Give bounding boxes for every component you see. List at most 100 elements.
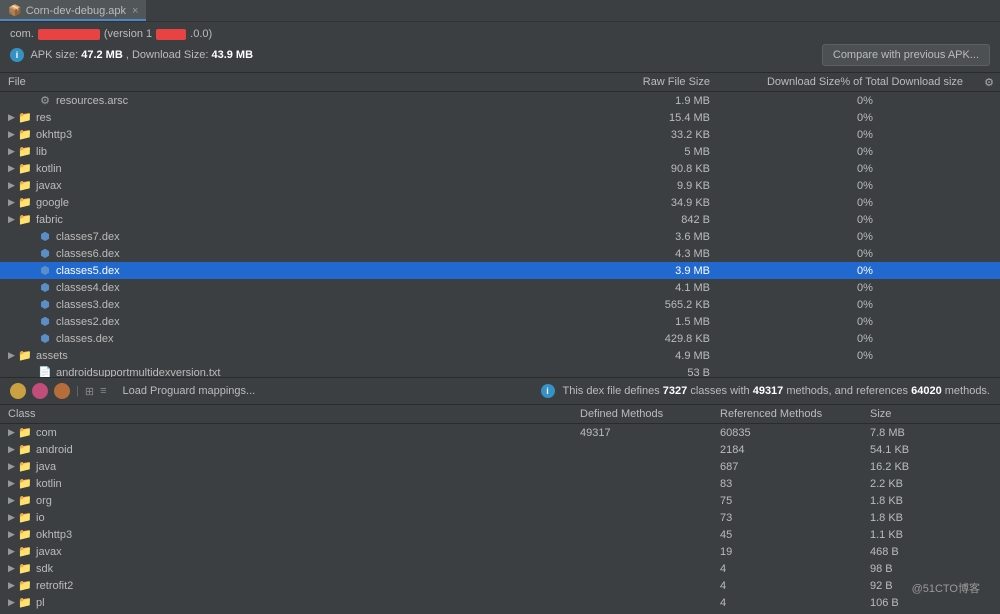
file-size: 429.8 KB — [570, 333, 730, 345]
version-prefix: (version 1 — [104, 28, 152, 40]
file-size: 15.4 MB — [570, 112, 730, 124]
file-pct: 0% — [730, 299, 1000, 311]
close-icon[interactable]: × — [130, 5, 138, 17]
file-size: 565.2 KB — [570, 299, 730, 311]
file-name: okhttp3 — [32, 129, 570, 141]
class-row[interactable]: ▶📁io731.8 KB — [0, 509, 1000, 526]
dex-icon: ⬢ — [38, 298, 52, 311]
expand-arrow[interactable]: ▶ — [8, 478, 18, 489]
class-tree[interactable]: ▶📁com49317608357.8 MB▶📁android218454.1 K… — [0, 424, 1000, 611]
file-pct: 0% — [730, 248, 1000, 260]
file-size: 3.6 MB — [570, 231, 730, 243]
dex-icon: ⬢ — [38, 247, 52, 260]
class-size: 1.8 KB — [870, 495, 1000, 507]
expand-arrow[interactable]: ▶ — [8, 461, 18, 472]
file-row[interactable]: ▶📁res15.4 MB0% — [0, 109, 1000, 126]
col-size-header[interactable]: Raw File Size — [570, 76, 730, 88]
class-row[interactable]: ▶📁kotlin832.2 KB — [0, 475, 1000, 492]
expand-arrow[interactable]: ▶ — [8, 512, 18, 523]
class-row[interactable]: ▶📁sdk498 B — [0, 560, 1000, 577]
toolbar-separator: | — [76, 385, 79, 397]
expand-arrow[interactable]: ▶ — [8, 546, 18, 557]
expand-arrow[interactable]: ▶ — [8, 597, 18, 608]
file-name: classes7.dex — [52, 231, 570, 243]
apk-size: 47.2 MB — [81, 49, 123, 61]
file-name: classes5.dex — [52, 265, 570, 277]
col-class-header[interactable]: Class — [0, 408, 580, 420]
filter-methods-icon[interactable] — [32, 383, 48, 399]
class-row[interactable]: ▶📁retrofit2492 B — [0, 577, 1000, 594]
file-name: google — [32, 197, 570, 209]
expand-arrow[interactable]: ▶ — [8, 214, 18, 225]
file-row[interactable]: ⬢classes4.dex4.1 MB0% — [0, 279, 1000, 296]
expand-arrow[interactable]: ▶ — [8, 529, 18, 540]
file-row[interactable]: ⬢classes.dex429.8 KB0% — [0, 330, 1000, 347]
class-row[interactable]: ▶📁okhttp3451.1 KB — [0, 526, 1000, 543]
package-icon: 📁 — [18, 494, 32, 507]
file-row[interactable]: ⬢classes5.dex3.9 MB0% — [0, 262, 1000, 279]
expand-arrow[interactable]: ▶ — [8, 112, 18, 123]
expand-arrow[interactable]: ▶ — [8, 495, 18, 506]
col-defined-header[interactable]: Defined Methods — [580, 408, 720, 420]
file-tab[interactable]: 📦 Corn-dev-debug.apk × — [0, 0, 146, 21]
expand-arrow[interactable]: ▶ — [8, 180, 18, 191]
class-name: retrofit2 — [32, 580, 73, 592]
gear-icon[interactable]: ⚙ — [984, 76, 994, 89]
file-row[interactable]: ⬢classes7.dex3.6 MB0% — [0, 228, 1000, 245]
referenced-methods: 83 — [720, 478, 870, 490]
file-pct: 0% — [730, 231, 1000, 243]
file-name: classes3.dex — [52, 299, 570, 311]
class-row[interactable]: ▶📁pl4106 B — [0, 594, 1000, 611]
folder-icon: 📁 — [18, 196, 32, 209]
expand-arrow[interactable]: ▶ — [8, 563, 18, 574]
class-row[interactable]: ▶📁com49317608357.8 MB — [0, 424, 1000, 441]
col-size-header[interactable]: Size — [870, 408, 1000, 420]
expand-arrow[interactable]: ▶ — [8, 444, 18, 455]
file-row[interactable]: 📄androidsupportmultidexversion.txt53 B — [0, 364, 1000, 377]
filter-classes-icon[interactable] — [54, 383, 70, 399]
file-row[interactable]: ⚙resources.arsc1.9 MB0% — [0, 92, 1000, 109]
file-row[interactable]: ▶📁lib5 MB0% — [0, 143, 1000, 160]
expand-arrow[interactable]: ▶ — [8, 163, 18, 174]
file-row[interactable]: ⬢classes3.dex565.2 KB0% — [0, 296, 1000, 313]
file-size: 34.9 KB — [570, 197, 730, 209]
file-row[interactable]: ▶📁fabric842 B0% — [0, 211, 1000, 228]
class-row[interactable]: ▶📁org751.8 KB — [0, 492, 1000, 509]
class-name: io — [32, 512, 45, 524]
class-row[interactable]: ▶📁javax19468 B — [0, 543, 1000, 560]
file-pct: 0% — [730, 163, 1000, 175]
filter-fields-icon[interactable] — [10, 383, 26, 399]
expand-arrow[interactable]: ▶ — [8, 427, 18, 438]
class-size: 468 B — [870, 546, 1000, 558]
file-pct: 0% — [730, 265, 1000, 277]
expand-arrow[interactable]: ▶ — [8, 350, 18, 361]
folder-icon: 📁 — [18, 213, 32, 226]
file-row[interactable]: ▶📁google34.9 KB0% — [0, 194, 1000, 211]
flat-icon[interactable]: ≡ — [100, 385, 106, 397]
file-row[interactable]: ▶📁assets4.9 MB0% — [0, 347, 1000, 364]
file-row[interactable]: ⬢classes6.dex4.3 MB0% — [0, 245, 1000, 262]
col-file-header[interactable]: File — [0, 76, 570, 88]
apk-icon: 📦 — [8, 4, 22, 17]
col-pct-header[interactable]: Download Size% of Total Download size — [730, 76, 1000, 88]
expand-arrow[interactable]: ▶ — [8, 197, 18, 208]
col-referenced-header[interactable]: Referenced Methods — [720, 408, 870, 420]
expand-arrow[interactable]: ▶ — [8, 146, 18, 157]
class-name: kotlin — [32, 478, 62, 490]
load-proguard-button[interactable]: Load Proguard mappings... — [123, 385, 256, 397]
package-icon: 📁 — [18, 477, 32, 490]
tree-icon[interactable]: ⊞ — [85, 385, 94, 398]
class-name: org — [32, 495, 52, 507]
file-name: classes.dex — [52, 333, 570, 345]
file-tree[interactable]: ⚙resources.arsc1.9 MB0%▶📁res15.4 MB0%▶📁o… — [0, 92, 1000, 377]
file-row[interactable]: ▶📁kotlin90.8 KB0% — [0, 160, 1000, 177]
class-row[interactable]: ▶📁java68716.2 KB — [0, 458, 1000, 475]
expand-arrow[interactable]: ▶ — [8, 580, 18, 591]
file-row[interactable]: ▶📁okhttp333.2 KB0% — [0, 126, 1000, 143]
expand-arrow[interactable]: ▶ — [8, 129, 18, 140]
file-name: lib — [32, 146, 570, 158]
file-row[interactable]: ⬢classes2.dex1.5 MB0% — [0, 313, 1000, 330]
class-row[interactable]: ▶📁android218454.1 KB — [0, 441, 1000, 458]
file-row[interactable]: ▶📁javax9.9 KB0% — [0, 177, 1000, 194]
compare-button[interactable]: Compare with previous APK... — [822, 44, 990, 66]
